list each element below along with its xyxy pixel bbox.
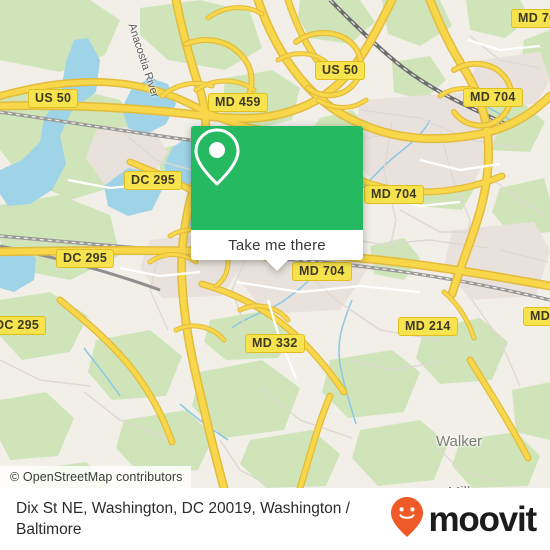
road-shield-md-704-b[interactable]: MD 704 [511,9,550,28]
road-shield-md-2-edge[interactable]: MD 2 [523,307,550,326]
place-label-line1: Walker [435,433,483,450]
popup-header [191,126,363,230]
road-shield-md-704-c[interactable]: MD 704 [364,185,424,204]
popup-tail-pointer [266,260,288,271]
moovit-logo[interactable]: moovit [390,496,537,543]
footer-bar: Dix St NE, Washington, DC 20019, Washing… [0,488,550,550]
location-title: Dix St NE, Washington, DC 20019, Washing… [16,500,350,538]
road-shield-us-50-west[interactable]: US 50 [28,89,79,108]
moovit-pin-smiley-icon [390,496,424,543]
popup-action-label[interactable]: Take me there [191,230,363,260]
road-shield-dc-295-b[interactable]: DC 295 [56,249,115,268]
road-shield-md-704-d[interactable]: MD 704 [292,262,352,281]
place-label-walker-mill: Walker Mill [414,399,504,488]
location-popup-card[interactable]: Take me there [191,126,363,271]
road-shield-us-50-east[interactable]: US 50 [315,61,366,80]
road-shield-dc-295-c[interactable]: DC 295 [0,316,47,335]
moovit-wordmark: moovit [428,499,537,539]
road-shield-md-459[interactable]: MD 459 [208,93,268,112]
map-canvas[interactable]: Walker Mill Anacostia River US 50 US 50 … [0,0,550,488]
road-shield-md-214[interactable]: MD 214 [398,317,458,336]
road-shield-dc-295-a[interactable]: DC 295 [124,171,183,190]
place-label-line2: Mill [414,484,504,488]
map-screenshot: Walker Mill Anacostia River US 50 US 50 … [0,0,550,550]
road-shield-md-704-a[interactable]: MD 704 [463,88,523,107]
osm-attribution[interactable]: © OpenStreetMap contributors [0,466,191,488]
road-shield-md-332[interactable]: MD 332 [245,334,305,353]
